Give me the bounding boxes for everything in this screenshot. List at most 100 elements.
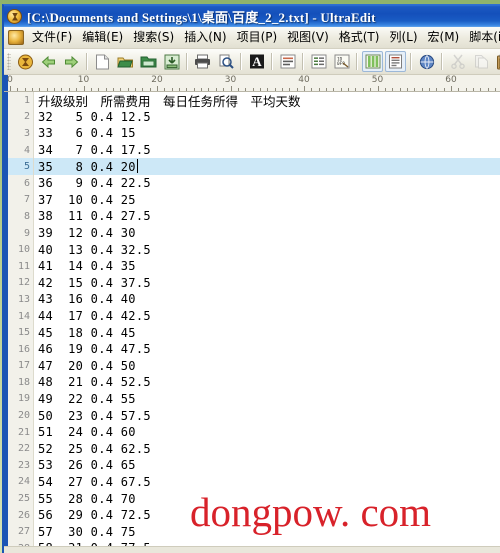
ruler-tick [392, 88, 394, 91]
ruler-tick [164, 88, 166, 91]
ruler-tick [436, 88, 438, 91]
menu-insert[interactable]: 插入(N) [179, 29, 231, 46]
menu-project[interactable]: 项目(P) [232, 29, 283, 46]
ruler-tick [377, 86, 379, 91]
table-row[interactable]: 54 27 0.4 67.5 [34, 474, 500, 491]
table-row[interactable]: 43 16 0.4 40 [34, 291, 500, 308]
copy-icon [470, 51, 491, 72]
table-header-row[interactable]: 升级级别 所需费用 每日任务所得 平均天数 [34, 92, 500, 109]
table-row[interactable]: 36 9 0.4 22.5 [34, 175, 500, 192]
menu-file[interactable]: 文件(F) [27, 29, 77, 46]
ultraedit-menu-icon[interactable] [8, 30, 24, 45]
line-number-gutter: 1 2 3 4 5 6 7 8 9 10 11 12 13 14 15 16 17 18 19 20 21 22 23 24 2… [8, 92, 34, 553]
ruler-tick [245, 88, 247, 91]
table-row[interactable]: 45 18 0.4 45 [34, 324, 500, 341]
ruler-label: 50 [371, 75, 384, 85]
table-row[interactable]: 57 30 0.4 75 [34, 523, 500, 540]
menu-format[interactable]: 格式(T) [334, 29, 385, 46]
column-mode-icon[interactable] [362, 51, 383, 72]
table-row[interactable]: 35 8 0.4 20 [34, 158, 500, 175]
row-text: 51 24 0.4 60 [38, 425, 136, 440]
browser-view-icon[interactable] [416, 51, 437, 72]
row-text: 37 10 0.4 25 [38, 192, 136, 207]
title-bar[interactable]: [C:\Documents and Settings\1\桌面\百度_2_2.t… [4, 5, 500, 27]
table-row[interactable]: 56 29 0.4 72.5 [34, 507, 500, 524]
line-number-26: 26 [8, 507, 33, 524]
table-row[interactable]: 34 7 0.4 17.5 [34, 142, 500, 159]
ruler-tick [10, 86, 11, 91]
ruler-tick [39, 88, 41, 91]
table-row[interactable]: 50 23 0.4 57.5 [34, 407, 500, 424]
table-row[interactable]: 42 15 0.4 37.5 [34, 275, 500, 292]
table-row[interactable]: 32 5 0.4 12.5 [34, 109, 500, 126]
toolbar-grip[interactable] [7, 53, 11, 70]
row-text: 45 18 0.4 45 [38, 325, 136, 340]
row-text: 34 7 0.4 17.5 [38, 143, 151, 158]
word-wrap-icon[interactable] [277, 51, 298, 72]
menu-script[interactable]: 脚本(i) [464, 29, 500, 46]
line-number-label: 1 [23, 94, 30, 106]
menu-view[interactable]: 视图(V) [282, 29, 334, 46]
row-text: 52 25 0.4 62.5 [38, 441, 151, 456]
table-row[interactable]: 41 14 0.4 35 [34, 258, 500, 275]
line-number-label: 2 [23, 111, 30, 123]
save-icon[interactable] [161, 51, 182, 72]
ruler-tick [252, 88, 254, 91]
table-row[interactable]: 55 28 0.4 70 [34, 490, 500, 507]
row-text: 41 14 0.4 35 [38, 259, 136, 274]
table-row[interactable]: 39 12 0.4 30 [34, 225, 500, 242]
menu-edit[interactable]: 编辑(E) [77, 29, 128, 46]
ultraedit-logo-icon[interactable] [15, 51, 36, 72]
line-number-25: 25 [8, 490, 33, 507]
line-number-label: 25 [17, 493, 30, 505]
back-arrow-icon[interactable] [38, 51, 59, 72]
menu-search[interactable]: 搜索(S) [128, 29, 179, 46]
table-row[interactable]: 51 24 0.4 60 [34, 424, 500, 441]
line-format-icon[interactable] [308, 51, 329, 72]
table-row[interactable]: 53 26 0.4 65 [34, 457, 500, 474]
editor-pane[interactable]: 1 2 3 4 5 6 7 8 9 10 11 12 13 14 15 16 17 18 19 20 21 22 23 24 2… [4, 92, 500, 553]
ruler-tick [157, 86, 158, 91]
line-number-label: 16 [17, 343, 30, 355]
table-row[interactable]: 38 11 0.4 27.5 [34, 208, 500, 225]
ruler-tick [230, 86, 232, 91]
print-preview-icon[interactable] [215, 51, 236, 72]
table-row[interactable]: 40 13 0.4 32.5 [34, 241, 500, 258]
paste-icon[interactable] [493, 51, 500, 72]
print-icon[interactable] [192, 51, 213, 72]
table-row[interactable]: 44 17 0.4 42.5 [34, 308, 500, 325]
hex-edit-icon[interactable]: 1D 0F9 [331, 51, 352, 72]
code-text-area[interactable]: 升级级别 所需费用 每日任务所得 平均天数 32 5 0.4 12.5 33 6 0… [34, 92, 500, 553]
table-row[interactable]: 49 22 0.4 55 [34, 391, 500, 408]
table-row[interactable]: 33 6 0.4 15 [34, 125, 500, 142]
toolbar-separator [356, 53, 358, 70]
ruler-tick [370, 88, 372, 91]
menu-column[interactable]: 列(L) [384, 29, 422, 46]
ruler-tick [142, 88, 144, 91]
ruler-label: 30 [224, 75, 237, 85]
ruler-label: 0 [7, 75, 13, 85]
ruler-tick [54, 88, 56, 91]
ultraedit-icon [7, 8, 22, 24]
toolbar-separator [410, 53, 412, 70]
row-text: 38 11 0.4 27.5 [38, 209, 151, 224]
row-text: 50 23 0.4 57.5 [38, 408, 151, 423]
table-row[interactable]: 47 20 0.4 50 [34, 358, 500, 375]
ruler-tick [112, 88, 114, 91]
table-row[interactable]: 48 21 0.4 52.5 [34, 374, 500, 391]
ruler-tick [61, 88, 63, 91]
menu-macro[interactable]: 宏(M) [423, 29, 465, 46]
forward-arrow-icon[interactable] [61, 51, 82, 72]
open-project-icon[interactable] [138, 51, 159, 72]
line-number-23: 23 [8, 457, 33, 474]
table-row[interactable]: 37 10 0.4 25 [34, 192, 500, 209]
new-file-icon[interactable] [92, 51, 113, 72]
table-row[interactable]: 52 25 0.4 62.5 [34, 440, 500, 457]
open-folder-icon[interactable] [115, 51, 136, 72]
file-view-icon[interactable] [385, 51, 406, 72]
ruler-tick [326, 88, 328, 91]
table-row[interactable]: 46 19 0.4 47.5 [34, 341, 500, 358]
font-icon[interactable]: A [246, 51, 267, 72]
line-number-2: 2 [8, 109, 33, 126]
toolbar-separator [240, 53, 242, 70]
